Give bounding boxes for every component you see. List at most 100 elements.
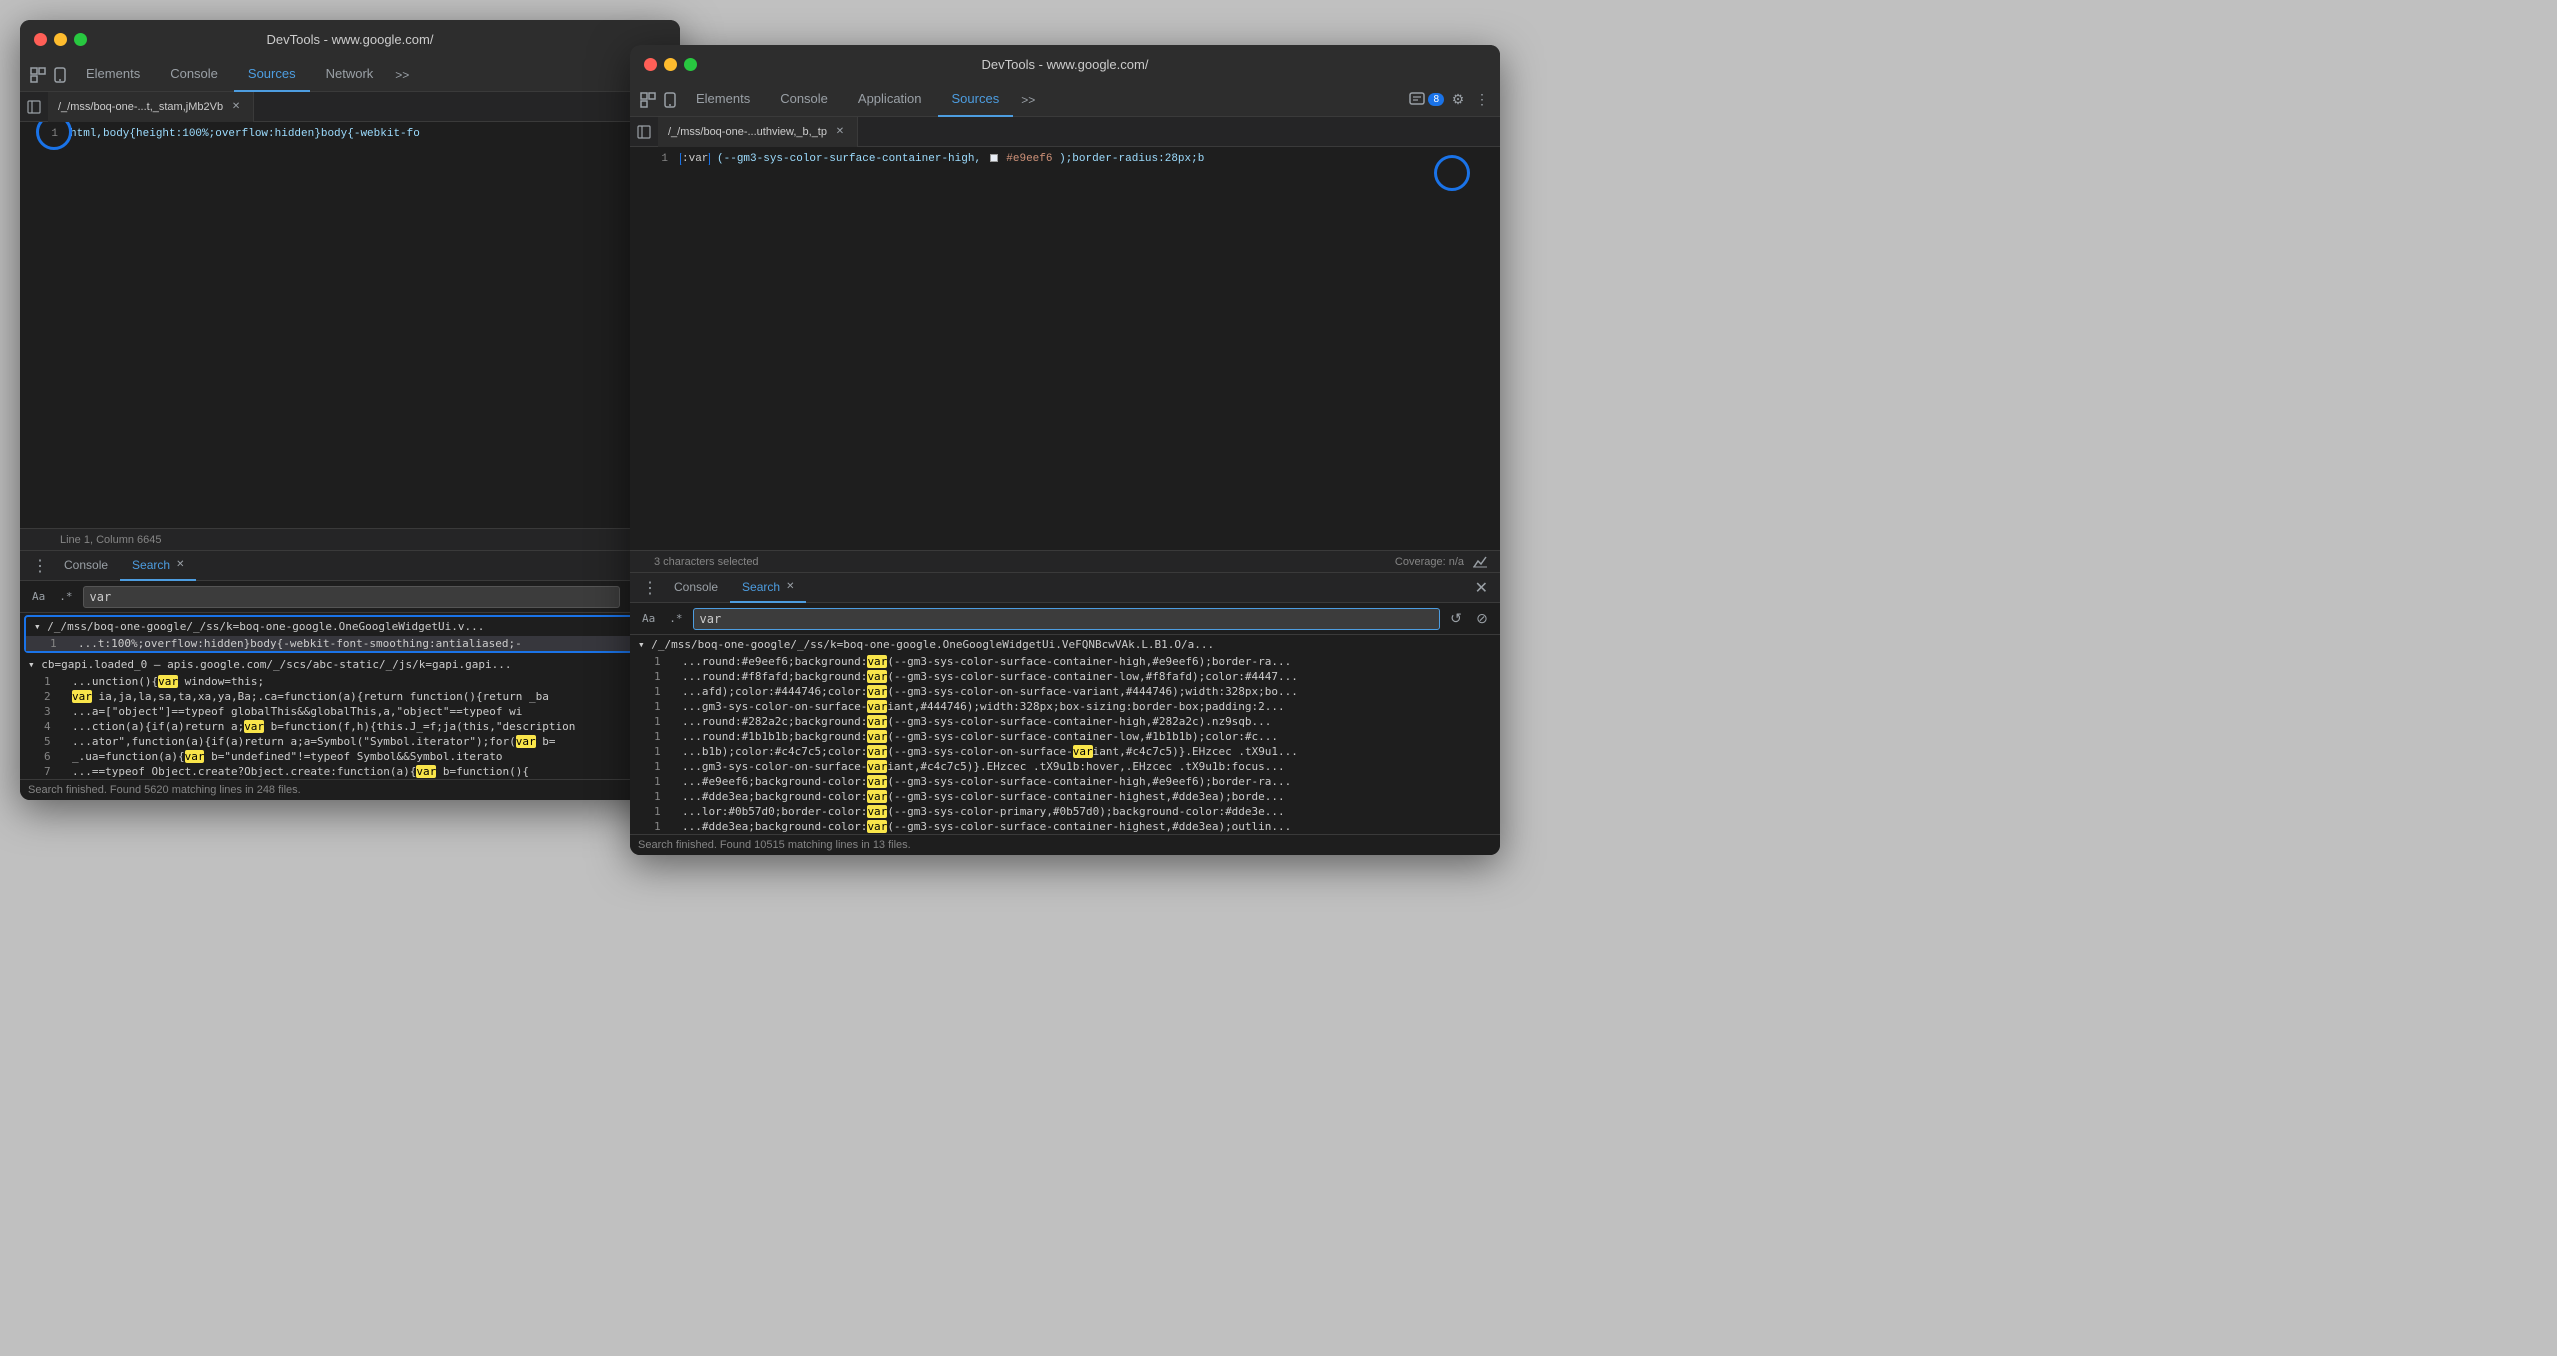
- left-file-tab[interactable]: /_/mss/boq-one-...t,_stam,jMb2Vb ✕: [48, 92, 254, 122]
- left-search-file-header-2[interactable]: ▾ cb=gapi.loaded_0 — apis.google.com/_/s…: [20, 655, 680, 674]
- right-search-input[interactable]: [693, 608, 1441, 630]
- left-search-result-line-f2-2[interactable]: 2 var ia,ja,la,sa,ta,xa,ya,Ba;.ca=functi…: [20, 689, 680, 704]
- right-result-4[interactable]: 1 ...gm3-sys-color-on-surface-variant,#4…: [630, 699, 1500, 714]
- right-result-2[interactable]: 1 ...round:#f8fafd;background:var(--gm3-…: [630, 669, 1500, 684]
- right-fullscreen-button[interactable]: [684, 58, 697, 71]
- right-search-refresh[interactable]: ↺: [1446, 609, 1466, 629]
- right-minimize-button[interactable]: [664, 58, 677, 71]
- right-chat-badge: 8: [1409, 90, 1444, 110]
- left-search-case-sensitive[interactable]: Aa: [28, 588, 49, 605]
- left-search-file-group-1[interactable]: ▾ /_/mss/boq-one-google/_/ss/k=boq-one-g…: [24, 615, 676, 653]
- left-tab-elements[interactable]: Elements: [72, 58, 154, 92]
- left-bottom-panel: ⋮ Console Search ✕ Aa .* ↺ ⊘: [20, 550, 680, 800]
- right-result-10[interactable]: 1 ...#dde3ea;background-color:var(--gm3-…: [630, 789, 1500, 804]
- left-file-tab-close[interactable]: ✕: [229, 100, 243, 114]
- right-bottom-tab-console[interactable]: Console: [662, 573, 730, 603]
- left-code-content: html,body{height:100%;overflow:hidden}bo…: [70, 128, 420, 140]
- right-result-9[interactable]: 1 ...#e9eef6;background-color:var(--gm3-…: [630, 774, 1500, 789]
- left-inspect-icon[interactable]: [28, 65, 48, 85]
- left-bottom-tab-bar: ⋮ Console Search ✕: [20, 551, 680, 581]
- left-bottom-dots-menu[interactable]: ⋮: [28, 556, 52, 576]
- left-search-file-header-1[interactable]: ▾ /_/mss/boq-one-google/_/ss/k=boq-one-g…: [26, 617, 674, 636]
- right-code-line-1: 1 :var (--gm3-sys-color-surface-containe…: [630, 153, 1500, 171]
- right-search-results: ▾ /_/mss/boq-one-google/_/ss/k=boq-one-g…: [630, 635, 1500, 834]
- left-search-result-line-f2-5[interactable]: 5 ...ator",function(a){if(a)return a;a=S…: [20, 734, 680, 749]
- right-bottom-dots-menu[interactable]: ⋮: [638, 578, 662, 598]
- right-search-status: Search finished. Found 10515 matching li…: [630, 834, 1500, 855]
- left-window-title: DevTools - www.google.com/: [267, 32, 434, 47]
- right-devtools-window: DevTools - www.google.com/ Elements: [630, 45, 1500, 855]
- right-result-1[interactable]: 1 ...round:#e9eef6;background:var(--gm3-…: [630, 654, 1500, 669]
- left-bottom-tab-close[interactable]: ✕: [176, 559, 184, 570]
- left-devtools-window: DevTools - www.google.com/ Elements: [20, 20, 680, 800]
- left-search-results: ▾ /_/mss/boq-one-google/_/ss/k=boq-one-g…: [20, 613, 680, 779]
- right-chat-badge-count: 8: [1428, 93, 1444, 106]
- right-tab-console[interactable]: Console: [766, 83, 842, 117]
- left-search-result-line-f2-3[interactable]: 3 ...a=["object"]==typeof globalThis&&gl…: [20, 704, 680, 719]
- left-search-regex[interactable]: .*: [55, 588, 76, 605]
- left-search-result-line-f2-4[interactable]: 4 ...ction(a){if(a)return a;var b=functi…: [20, 719, 680, 734]
- right-sidebar-toggle-icon[interactable]: [634, 122, 654, 142]
- right-search-file-group-1[interactable]: ▾ /_/mss/boq-one-google/_/ss/k=boq-one-g…: [630, 635, 1500, 834]
- right-device-icon[interactable]: [660, 90, 680, 110]
- right-code-color-swatch: [990, 154, 998, 162]
- right-file-tab-close[interactable]: ✕: [833, 125, 847, 139]
- left-search-file-group-2[interactable]: ▾ cb=gapi.loaded_0 — apis.google.com/_/s…: [20, 655, 680, 779]
- left-status-text: Line 1, Column 6645: [60, 534, 162, 546]
- right-traffic-lights: [644, 58, 697, 71]
- right-result-11[interactable]: 1 ...lor:#0b57d0;border-color:var(--gm3-…: [630, 804, 1500, 819]
- right-bottom-panel-close[interactable]: ✕: [1471, 578, 1492, 598]
- right-more-tabs[interactable]: >>: [1015, 93, 1041, 107]
- right-result-6[interactable]: 1 ...round:#1b1b1b;background:var(--gm3-…: [630, 729, 1500, 744]
- left-search-result-line-f2-7[interactable]: 7 ...==typeof Object.create?Object.creat…: [20, 764, 680, 779]
- left-search-input[interactable]: [83, 586, 621, 608]
- right-search-regex[interactable]: .*: [665, 610, 686, 627]
- left-tab-console[interactable]: Console: [156, 58, 232, 92]
- right-dots-icon[interactable]: ⋮: [1472, 90, 1492, 110]
- left-bottom-tab-search[interactable]: Search ✕: [120, 551, 196, 581]
- left-search-result-line-1[interactable]: 1 ...t:100%;overflow:hidden}body{-webkit…: [26, 636, 674, 651]
- right-search-case-sensitive[interactable]: Aa: [638, 610, 659, 627]
- right-coverage-label: Coverage: n/a: [1395, 556, 1464, 568]
- right-bottom-tab-search[interactable]: Search ✕: [730, 573, 806, 603]
- left-fullscreen-button[interactable]: [74, 33, 87, 46]
- left-traffic-lights: [34, 33, 87, 46]
- windows-container: DevTools - www.google.com/ Elements: [20, 20, 1500, 855]
- right-code-area: 1 :var (--gm3-sys-color-surface-containe…: [630, 147, 1500, 550]
- right-devtools-toolbar: Elements Console Application Sources >>: [630, 83, 1500, 117]
- left-titlebar: DevTools - www.google.com/: [20, 20, 680, 58]
- left-close-button[interactable]: [34, 33, 47, 46]
- right-close-button[interactable]: [644, 58, 657, 71]
- left-search-result-line-f2-1[interactable]: 1 ...unction(){var window=this;: [20, 674, 680, 689]
- right-tab-sources[interactable]: Sources: [938, 83, 1014, 117]
- left-tab-network[interactable]: Network: [312, 58, 388, 92]
- right-search-clear[interactable]: ⊘: [1472, 609, 1492, 629]
- right-chat-icon[interactable]: [1409, 92, 1425, 108]
- left-sidebar-toggle-icon[interactable]: [24, 97, 44, 117]
- right-titlebar: DevTools - www.google.com/: [630, 45, 1500, 83]
- right-result-8[interactable]: 1 ...gm3-sys-color-on-surface-variant,#c…: [630, 759, 1500, 774]
- left-search-status: Search finished. Found 5620 matching lin…: [20, 779, 680, 800]
- left-bottom-tab-console[interactable]: Console: [52, 551, 120, 581]
- right-bottom-tab-close[interactable]: ✕: [786, 581, 794, 592]
- left-more-tabs[interactable]: >>: [389, 68, 415, 82]
- left-search-result-line-f2-6[interactable]: 6 _.ua=function(a){var b="undefined"!=ty…: [20, 749, 680, 764]
- right-window-title: DevTools - www.google.com/: [982, 57, 1149, 72]
- left-minimize-button[interactable]: [54, 33, 67, 46]
- right-tab-application[interactable]: Application: [844, 83, 936, 117]
- left-devtools-toolbar: Elements Console Sources Network >>: [20, 58, 680, 92]
- right-search-file-header-1[interactable]: ▾ /_/mss/boq-one-google/_/ss/k=boq-one-g…: [630, 635, 1500, 654]
- left-device-icon[interactable]: [50, 65, 70, 85]
- left-file-tab-bar: /_/mss/boq-one-...t,_stam,jMb2Vb ✕: [20, 92, 680, 122]
- right-tab-elements[interactable]: Elements: [682, 83, 764, 117]
- right-result-12[interactable]: 1 ...#dde3ea;background-color:var(--gm3-…: [630, 819, 1500, 834]
- right-coverage-icon[interactable]: [1470, 552, 1490, 572]
- right-result-5[interactable]: 1 ...round:#282a2c;background:var(--gm3-…: [630, 714, 1500, 729]
- right-result-3[interactable]: 1 ...afd);color:#444746;color:var(--gm3-…: [630, 684, 1500, 699]
- right-result-7[interactable]: 1 ...b1b);color:#c4c7c5;color:var(--gm3-…: [630, 744, 1500, 759]
- left-tab-sources[interactable]: Sources: [234, 58, 310, 92]
- right-inspect-icon[interactable]: [638, 90, 658, 110]
- right-file-tab[interactable]: /_/mss/boq-one-...uthview,_b,_tp ✕: [658, 117, 858, 147]
- right-gear-icon[interactable]: ⚙: [1448, 90, 1468, 110]
- right-bottom-panel: ⋮ Console Search ✕ ✕ Aa .* ↺ ⊘: [630, 572, 1500, 855]
